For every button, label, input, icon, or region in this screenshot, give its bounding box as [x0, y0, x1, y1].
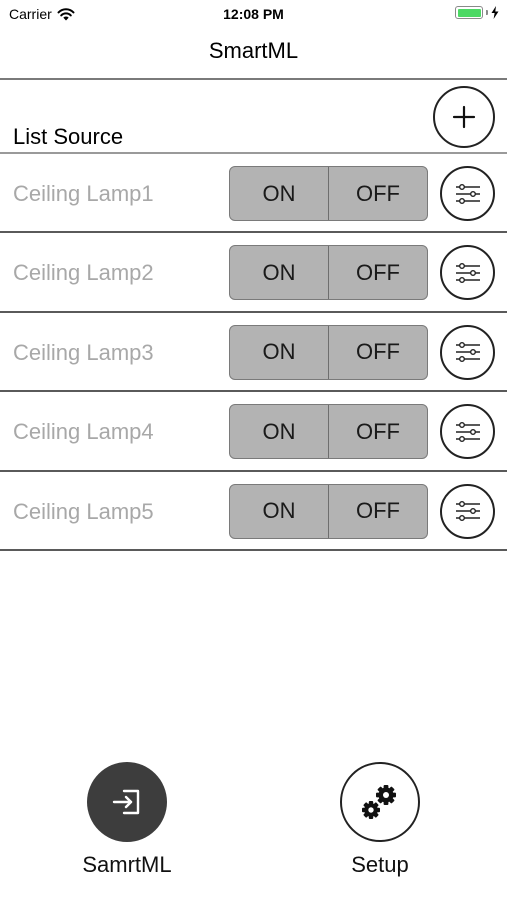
on-button[interactable]: ON	[230, 167, 328, 220]
list-item: Ceiling Lamp4 ON OFF	[0, 392, 507, 472]
on-button[interactable]: ON	[230, 246, 328, 299]
list-item: Ceiling Lamp5 ON OFF	[0, 472, 507, 551]
lamp-settings-button[interactable]	[440, 245, 495, 301]
power-toggle: ON OFF	[229, 404, 428, 460]
off-button[interactable]: OFF	[328, 167, 427, 220]
list-source-label: List Source	[13, 124, 124, 149]
on-button[interactable]: ON	[230, 405, 328, 458]
battery-fill	[457, 8, 481, 17]
bolt-icon	[491, 6, 499, 19]
tab-smartml-label: SamrtML	[82, 852, 172, 877]
sliders-icon	[455, 262, 480, 283]
status-time: 12:08 PM	[223, 6, 284, 22]
sign-in-icon	[112, 789, 140, 815]
list-item: Ceiling Lamp1 ON OFF	[0, 154, 507, 234]
off-button[interactable]: OFF	[328, 325, 427, 379]
power-toggle: ON OFF	[229, 483, 428, 539]
lamp-settings-button[interactable]	[440, 324, 495, 380]
tab-setup[interactable]: Setup	[325, 762, 435, 878]
page-title: SmartML	[208, 38, 299, 63]
lamp-name: Ceiling Lamp3	[13, 339, 154, 365]
sliders-icon	[455, 342, 480, 363]
list-item: Ceiling Lamp2 ON OFF	[0, 233, 507, 313]
nav-divider	[0, 78, 507, 80]
lamp-name: Ceiling Lamp4	[13, 419, 154, 445]
lamp-name: Ceiling Lamp5	[13, 498, 154, 524]
status-bar: Carrier 12:08 PM	[0, 0, 507, 28]
tab-setup-button[interactable]	[340, 762, 420, 842]
lamp-name: Ceiling Lamp2	[13, 260, 154, 286]
off-button[interactable]: OFF	[328, 405, 427, 459]
lamp-name: Ceiling Lamp1	[13, 181, 154, 206]
sliders-icon	[455, 183, 480, 204]
power-toggle: ON OFF	[229, 245, 428, 301]
sliders-icon	[455, 501, 480, 522]
lamp-settings-button[interactable]	[440, 404, 495, 460]
power-toggle: ON OFF	[229, 166, 428, 221]
gears-icon	[362, 785, 396, 819]
on-button[interactable]: ON	[230, 485, 328, 538]
power-toggle: ON OFF	[229, 324, 428, 380]
off-button[interactable]: OFF	[328, 484, 427, 538]
lamp-settings-button[interactable]	[440, 483, 495, 539]
list-item: Ceiling Lamp3 ON OFF	[0, 313, 507, 393]
sliders-icon	[455, 421, 480, 442]
tab-smartml[interactable]: SamrtML	[72, 762, 182, 878]
lamp-settings-button[interactable]	[440, 166, 495, 221]
lamp-list: Ceiling Lamp1 ON OFF Ceiling Lamp2 ON OF…	[0, 154, 507, 551]
battery-tip	[486, 10, 488, 15]
battery-indicator	[455, 6, 499, 19]
off-button[interactable]: OFF	[328, 246, 427, 300]
battery-icon	[455, 6, 483, 19]
tab-setup-label: Setup	[351, 852, 409, 877]
tab-smartml-button[interactable]	[87, 762, 167, 842]
add-button[interactable]	[433, 86, 495, 148]
on-button[interactable]: ON	[230, 326, 328, 379]
plus-icon	[452, 105, 476, 129]
